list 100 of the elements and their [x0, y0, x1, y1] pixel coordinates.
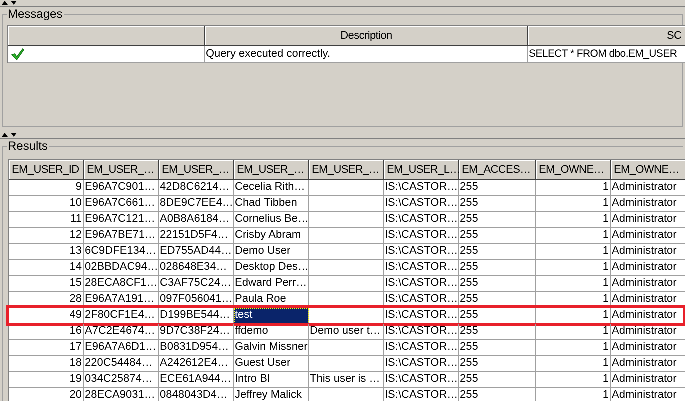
column-header[interactable]: EM_USER_…: [84, 160, 159, 180]
table-cell: IS:\CASTOR…: [384, 340, 459, 356]
table-cell: 0848043D4…: [159, 388, 234, 401]
table-cell: This user is …: [309, 372, 384, 388]
table-cell: 14: [9, 260, 84, 276]
table-cell: 1: [536, 260, 611, 276]
table-cell: 16: [9, 324, 84, 340]
column-header[interactable]: EM_USER_ID: [9, 160, 84, 180]
table-cell: IS:\CASTOR…: [384, 276, 459, 292]
table-cell: Edward Perr…: [234, 276, 309, 292]
table-cell: IS:\CASTOR…: [384, 244, 459, 260]
table-cell: Crisby Abram: [234, 228, 309, 244]
table-cell: Administrator: [611, 260, 685, 276]
table-cell: IS:\CASTOR…: [384, 292, 459, 308]
table-cell: 255: [459, 212, 536, 228]
column-header[interactable]: [8, 26, 205, 46]
table-cell: E96A7C121…: [84, 212, 159, 228]
table-cell: 1: [536, 356, 611, 372]
table-cell: E96A7C901…: [84, 180, 159, 196]
table-cell: 220C54484…: [84, 356, 159, 372]
splitter-arrows-icon[interactable]: [2, 132, 18, 138]
table-cell: IS:\CASTOR…: [384, 356, 459, 372]
table-cell: Administrator: [611, 324, 685, 340]
table-cell: Cecelia Rith…: [234, 180, 309, 196]
table-cell: 1: [536, 388, 611, 401]
table-cell: IS:\CASTOR…: [384, 388, 459, 401]
table-cell: Administrator: [611, 180, 685, 196]
column-header[interactable]: EM_USER_…: [309, 160, 384, 180]
table-cell: 1: [536, 180, 611, 196]
table-cell: 9D7C38F24…: [159, 324, 234, 340]
table-cell: 22151D5F4…: [159, 228, 234, 244]
table-cell: IS:\CASTOR…: [384, 260, 459, 276]
table-cell: 1: [536, 292, 611, 308]
table-cell: Administrator: [611, 372, 685, 388]
table-cell: IS:\CASTOR…: [384, 212, 459, 228]
column-header[interactable]: EM_OWNE…: [611, 160, 685, 180]
table-cell: 255: [459, 308, 536, 324]
table-cell: 255: [459, 244, 536, 260]
table-cell: Demo User: [234, 244, 309, 260]
table-cell: 255: [459, 228, 536, 244]
table-cell: A242612E4…: [159, 356, 234, 372]
table-cell: 255: [459, 180, 536, 196]
table-cell: E96A7BE71…: [84, 228, 159, 244]
table-cell: 2F80CF1E4…: [84, 308, 159, 324]
table-cell: 20: [9, 388, 84, 401]
table-cell: ECE61A944…: [159, 372, 234, 388]
table-cell: Cornelius Be…: [234, 212, 309, 228]
table-cell: Administrator: [611, 212, 685, 228]
table-cell: 02BBDAC94…: [84, 260, 159, 276]
table-cell: IS:\CASTOR…: [384, 180, 459, 196]
table-cell: Administrator: [611, 228, 685, 244]
table-cell: 28ECA9031…: [84, 388, 159, 401]
column-header[interactable]: SC: [528, 26, 685, 46]
table-cell: 097F056041…: [159, 292, 234, 308]
table-cell: 19: [9, 372, 84, 388]
table-cell: IS:\CASTOR…: [384, 372, 459, 388]
table-cell: 13: [9, 244, 84, 260]
column-header[interactable]: EM_USER_…: [234, 160, 309, 180]
table-cell: Chad Tibben: [234, 196, 309, 212]
table-cell: 8DE9C7EE4…: [159, 196, 234, 212]
table-cell: E96A7A191…: [84, 292, 159, 308]
column-header[interactable]: Description: [205, 26, 528, 46]
table-cell: 1: [536, 228, 611, 244]
table-cell: 255: [459, 196, 536, 212]
column-header[interactable]: EM_ACCES…: [459, 160, 536, 180]
table-cell: ffdemo: [234, 324, 309, 340]
group-title: Results: [7, 139, 50, 153]
table-cell: Administrator: [611, 388, 685, 401]
table-cell: 255: [459, 372, 536, 388]
column-header[interactable]: EM_OWNE…: [536, 160, 611, 180]
table-cell: Demo user t…: [309, 324, 384, 340]
table-cell: 11: [9, 212, 84, 228]
table-cell: Galvin Missner: [234, 340, 309, 356]
table-cell: Administrator: [611, 196, 685, 212]
table-cell: E96A7A6D1…: [84, 340, 159, 356]
table-cell: 255: [459, 292, 536, 308]
column-header[interactable]: EM_USER_…: [159, 160, 234, 180]
table-cell: E96A7C661…: [84, 196, 159, 212]
table-cell: 9: [9, 180, 84, 196]
table-cell: 49: [9, 308, 84, 324]
table-cell: 255: [459, 324, 536, 340]
table-cell: 10: [9, 196, 84, 212]
table-cell: test: [234, 308, 309, 324]
table-cell: 1: [536, 276, 611, 292]
table-cell: 42D8C6214…: [159, 180, 234, 196]
table-cell: Administrator: [611, 340, 685, 356]
table-cell: 1: [536, 212, 611, 228]
table-cell: Jeffrey Malick: [234, 388, 309, 401]
table-cell: A0B8A6184…: [159, 212, 234, 228]
table-cell: Desktop Des…: [234, 260, 309, 276]
table-cell: 255: [459, 276, 536, 292]
table-cell: 17: [9, 340, 84, 356]
table-cell: B0831D954…: [159, 340, 234, 356]
table-cell: 15: [9, 276, 84, 292]
table-cell: Administrator: [611, 292, 685, 308]
splitter-arrows-icon[interactable]: [2, 0, 18, 6]
table-cell: Guest User: [234, 356, 309, 372]
table-cell: Intro BI: [234, 372, 309, 388]
table-cell: 255: [459, 260, 536, 276]
table-cell: 1: [536, 244, 611, 260]
